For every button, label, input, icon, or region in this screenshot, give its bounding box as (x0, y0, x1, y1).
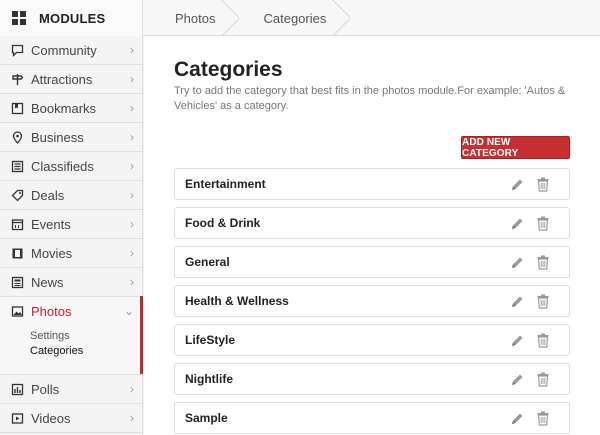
trash-icon[interactable] (537, 177, 549, 192)
sidebar-item-polls[interactable]: Polls › (0, 375, 142, 404)
subnav-settings[interactable]: Settings (30, 329, 142, 344)
subnav-categories[interactable]: Categories (30, 344, 142, 359)
sidebar-item-community[interactable]: Community › (0, 36, 142, 65)
modules-brand[interactable]: MODULES (0, 0, 143, 36)
chevron-right-icon: › (130, 246, 134, 260)
sidebar-item-attractions[interactable]: Attractions › (0, 65, 142, 94)
sidebar-item-events[interactable]: Events › (0, 210, 142, 239)
add-new-category-button[interactable]: ADD NEW CATEGORY (461, 136, 570, 159)
chevron-down-icon: ⌄ (123, 304, 134, 318)
chevron-right-icon: › (130, 43, 134, 57)
list-icon (10, 159, 24, 173)
category-row: LifeStyle (174, 324, 570, 356)
sidebar-item-label: Bookmarks (31, 100, 97, 116)
category-name: Entertainment (185, 177, 266, 191)
bar-chart-icon (10, 382, 24, 396)
sidebar-item-news[interactable]: News › (0, 268, 142, 297)
category-row: Sample (174, 402, 570, 434)
tag-icon (10, 188, 24, 202)
video-icon (10, 411, 24, 425)
chevron-right-icon: › (130, 159, 134, 173)
signpost-icon (10, 72, 24, 86)
pencil-icon[interactable] (510, 373, 524, 387)
chevron-right-icon: › (130, 188, 134, 202)
page-description: Try to add the category that best fits i… (174, 85, 566, 112)
sidebar-item-label: Movies (31, 245, 73, 261)
sidebar: Community › Attractions › Bookmarks › Bu… (0, 36, 143, 435)
category-name: General (185, 255, 230, 269)
sidebar-item-label: Photos (31, 304, 72, 319)
category-row: General (174, 246, 570, 278)
sidebar-item-videos[interactable]: Videos › (0, 404, 142, 433)
sidebar-item-label: Events (31, 216, 71, 232)
chevron-right-icon: › (130, 382, 134, 396)
pencil-icon[interactable] (510, 295, 524, 309)
chevron-right-icon: › (130, 130, 134, 144)
pencil-icon[interactable] (510, 217, 524, 231)
sidebar-item-label: News (31, 274, 64, 290)
chevron-right-icon: › (130, 217, 134, 231)
pencil-icon[interactable] (510, 178, 524, 192)
sidebar-item-photos[interactable]: Photos ⌄ (0, 297, 142, 326)
sidebar-item-movies[interactable]: Movies › (0, 239, 142, 268)
sidebar-item-label: Polls (31, 381, 60, 397)
pencil-icon[interactable] (510, 334, 524, 348)
breadcrumb-separator (221, 0, 239, 36)
location-pin-icon (10, 130, 24, 144)
chevron-right-icon: › (130, 101, 134, 115)
category-name: Nightlife (185, 372, 233, 386)
trash-icon[interactable] (537, 294, 549, 309)
page-title: Categories (174, 58, 283, 81)
grid-icon (12, 11, 26, 25)
active-indicator (140, 296, 143, 374)
bookmark-icon (10, 101, 24, 115)
trash-icon[interactable] (537, 333, 549, 348)
app-title: MODULES (39, 10, 106, 26)
sidebar-item-label: Classifieds (31, 158, 94, 174)
breadcrumb-categories[interactable]: Categories (231, 0, 342, 36)
film-icon (10, 246, 24, 260)
newspaper-icon (10, 275, 24, 289)
chevron-right-icon: › (130, 72, 134, 86)
sidebar-item-classifieds[interactable]: Classifieds › (0, 152, 142, 181)
image-icon (10, 305, 24, 319)
category-list: Entertainment Food & Drink General Healt… (174, 168, 570, 435)
breadcrumb-separator (332, 0, 350, 36)
category-name: Health & Wellness (185, 294, 289, 308)
category-row: Nightlife (174, 363, 570, 395)
pencil-icon[interactable] (510, 412, 524, 426)
breadcrumb-photos-label: Photos (175, 10, 216, 26)
pencil-icon[interactable] (510, 256, 524, 270)
category-name: LifeStyle (185, 333, 236, 347)
top-bar: MODULES Photos Categories (0, 0, 600, 36)
category-name: Food & Drink (185, 216, 261, 230)
category-row: Entertainment (174, 168, 570, 200)
sidebar-item-label: Community (31, 42, 97, 58)
trash-icon[interactable] (537, 216, 549, 231)
sidebar-item-label: Business (31, 129, 84, 145)
category-name: Sample (185, 411, 228, 425)
sidebar-item-deals[interactable]: Deals › (0, 181, 142, 210)
category-row: Food & Drink (174, 207, 570, 239)
breadcrumb: Photos Categories (143, 0, 342, 36)
comment-icon (10, 43, 24, 57)
breadcrumb-categories-label: Categories (263, 10, 327, 26)
trash-icon[interactable] (537, 411, 549, 426)
breadcrumb-photos[interactable]: Photos (143, 0, 231, 36)
chevron-right-icon: › (130, 411, 134, 425)
trash-icon[interactable] (537, 372, 549, 387)
main-content: Categories Try to add the category that … (144, 36, 600, 435)
sidebar-item-bookmarks[interactable]: Bookmarks › (0, 94, 142, 123)
category-row: Health & Wellness (174, 285, 570, 317)
sidebar-item-business[interactable]: Business › (0, 123, 142, 152)
photos-subnav: Settings Categories (0, 326, 142, 375)
sidebar-item-label: Attractions (31, 71, 93, 87)
calendar-icon (10, 217, 24, 231)
trash-icon[interactable] (537, 255, 549, 270)
sidebar-item-label: Deals (31, 187, 65, 203)
chevron-right-icon: › (130, 275, 134, 289)
sidebar-item-label: Videos (31, 410, 71, 426)
